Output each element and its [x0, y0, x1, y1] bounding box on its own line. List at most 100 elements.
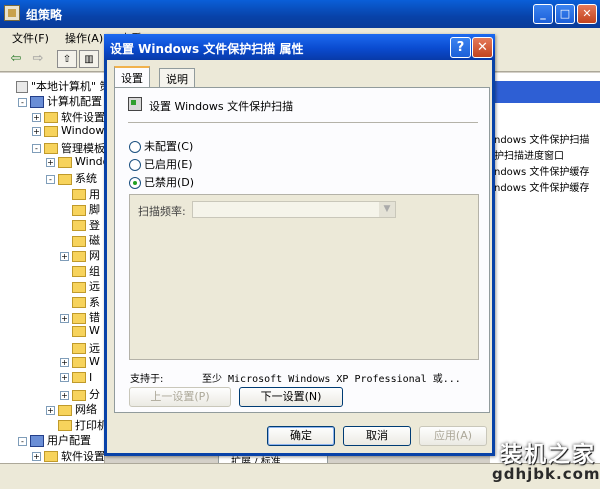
close-window-button[interactable]: ✕	[577, 4, 597, 24]
tree-item[interactable]: 远	[60, 278, 100, 293]
list-item[interactable]: ndows 文件保护缓存	[494, 163, 589, 178]
tree-item[interactable]: 用	[60, 186, 100, 201]
list-item[interactable]: ndows 文件保护缓存	[494, 179, 589, 194]
tree-item[interactable]: - 系统	[46, 170, 97, 185]
tree-item[interactable]: + 分	[60, 386, 100, 401]
folder-icon	[72, 220, 86, 232]
tree-item[interactable]: + I	[60, 371, 92, 386]
next-setting-button[interactable]: 下一设置(N)	[239, 387, 343, 407]
collapse-icon[interactable]: -	[18, 97, 27, 107]
expand-icon[interactable]: +	[60, 313, 69, 323]
expand-icon[interactable]: +	[60, 373, 69, 383]
radio-not-configured[interactable]: 未配置(C)	[129, 138, 193, 154]
expand-icon[interactable]: +	[32, 126, 41, 136]
tree-item-label: W	[89, 324, 100, 338]
tree-item-label: 磁	[89, 234, 100, 247]
radio-enabled-indicator[interactable]	[129, 159, 141, 171]
supported-on-label: 支持于:	[130, 374, 164, 385]
folder-icon	[72, 343, 86, 355]
tree-item[interactable]: - 计算机配置	[18, 93, 102, 109]
tab-settings[interactable]: 设置	[114, 66, 150, 88]
radio-disabled[interactable]: 已禁用(D)	[129, 174, 194, 190]
folder-icon	[72, 389, 86, 401]
expand-icon[interactable]: +	[46, 157, 55, 167]
folder-icon	[72, 266, 86, 278]
tab-explain[interactable]: 说明	[159, 68, 195, 87]
list-item[interactable]: 护扫描进度窗口	[494, 147, 564, 162]
list-header-selected	[490, 81, 600, 103]
tree-item[interactable]: W	[60, 324, 100, 339]
tree-item[interactable]: - 用户配置	[18, 432, 91, 448]
radio-disabled-label: 已禁用(D)	[144, 176, 195, 189]
radio-not-configured-indicator[interactable]	[129, 141, 141, 153]
tree-item[interactable]: 组	[60, 263, 100, 278]
dialog-close-button[interactable]: ✕	[472, 37, 493, 58]
tree-item[interactable]: + 软件设置	[32, 448, 104, 463]
help-button[interactable]: ?	[450, 37, 471, 58]
show-tree-icon[interactable]: ▥	[79, 50, 99, 68]
folder-icon	[72, 235, 86, 247]
tree-item[interactable]: 打印机	[46, 417, 104, 432]
folder-icon	[72, 281, 86, 293]
back-arrow-icon[interactable]: ⇦	[6, 50, 26, 68]
folder-icon	[44, 125, 58, 137]
tree-item[interactable]: + 软件设置	[32, 109, 104, 124]
maximize-button[interactable]: □	[555, 4, 575, 24]
tree-item-label: W	[89, 355, 100, 369]
tree-item[interactable]: + Windows	[32, 124, 105, 139]
dialog-titlebar: 设置 Windows 文件保护扫描 属性 ? ✕	[104, 34, 495, 60]
expand-icon[interactable]: +	[46, 405, 55, 415]
ok-button[interactable]: 确定	[267, 426, 335, 446]
settings-list: ndows 文件保护扫描 护扫描进度窗口 ndows 文件保护缓存 ndows …	[490, 73, 600, 463]
tree-item[interactable]: "本地计算机" 策	[4, 78, 104, 93]
forward-arrow-icon[interactable]: ⇨	[28, 50, 48, 68]
folder-icon	[58, 420, 72, 432]
tree-item[interactable]: + Windo	[46, 155, 104, 170]
tree-item[interactable]: 登	[60, 217, 100, 232]
up-folder-icon[interactable]: ⇧	[57, 50, 77, 68]
cancel-button[interactable]: 取消	[343, 426, 411, 446]
collapse-icon[interactable]: -	[46, 174, 55, 184]
tree-item[interactable]: + 网络	[46, 401, 97, 416]
tree-item[interactable]: 磁	[60, 232, 100, 247]
tree-item[interactable]: - 管理模板	[32, 140, 105, 155]
tree-item[interactable]: 系	[60, 294, 100, 309]
watermark-logo: 装机之家 gdhjbk.com	[470, 437, 600, 489]
tree-item[interactable]: + W	[60, 355, 100, 370]
radio-enabled[interactable]: 已启用(E)	[129, 156, 193, 172]
expand-icon[interactable]: +	[32, 113, 41, 123]
tree-item-label: 系	[89, 295, 100, 309]
expand-icon[interactable]: +	[60, 251, 69, 261]
tree-item-label: Windows	[61, 124, 105, 138]
options-group: 扫描频率: ▼	[129, 194, 479, 360]
collapse-icon[interactable]: -	[32, 144, 41, 154]
tree-item-label: 错	[89, 311, 100, 324]
tree-item[interactable]: 脚	[60, 201, 100, 216]
tree-item[interactable]: + 网	[60, 247, 100, 262]
folder-icon	[44, 143, 58, 155]
tree-item[interactable]: + 错	[60, 309, 100, 324]
folder-icon	[72, 325, 86, 337]
chevron-down-icon[interactable]: ▼	[379, 202, 395, 217]
radio-disabled-indicator[interactable]	[129, 177, 141, 189]
tree-item[interactable]: 远	[60, 340, 100, 355]
tree-item-label: 分	[89, 388, 100, 401]
previous-setting-button[interactable]: 上一设置(P)	[129, 387, 231, 407]
folder-icon	[58, 173, 72, 185]
expand-icon[interactable]: +	[60, 357, 69, 367]
scan-frequency-select[interactable]: ▼	[192, 201, 396, 218]
minimize-button[interactable]: _	[533, 4, 553, 24]
tree-item-label: 管理模板	[61, 141, 105, 155]
folder-icon	[72, 189, 86, 201]
expand-icon[interactable]: +	[60, 390, 69, 400]
menu-file[interactable]: 文件(F)	[12, 30, 49, 46]
menu-action[interactable]: 操作(A)	[65, 30, 103, 46]
expand-icon[interactable]: +	[32, 452, 41, 462]
list-item[interactable]: ndows 文件保护扫描	[494, 131, 589, 146]
scan-frequency-label: 扫描频率:	[138, 205, 186, 218]
tree-item-label: 组	[89, 264, 100, 278]
collapse-icon[interactable]: -	[18, 436, 27, 446]
folder-icon	[44, 451, 58, 463]
tree-item-label: 脚	[89, 203, 100, 217]
settings-panel: 设置 Windows 文件保护扫描 未配置(C) 已启用(E) 已禁用(D) 扫…	[114, 87, 490, 413]
